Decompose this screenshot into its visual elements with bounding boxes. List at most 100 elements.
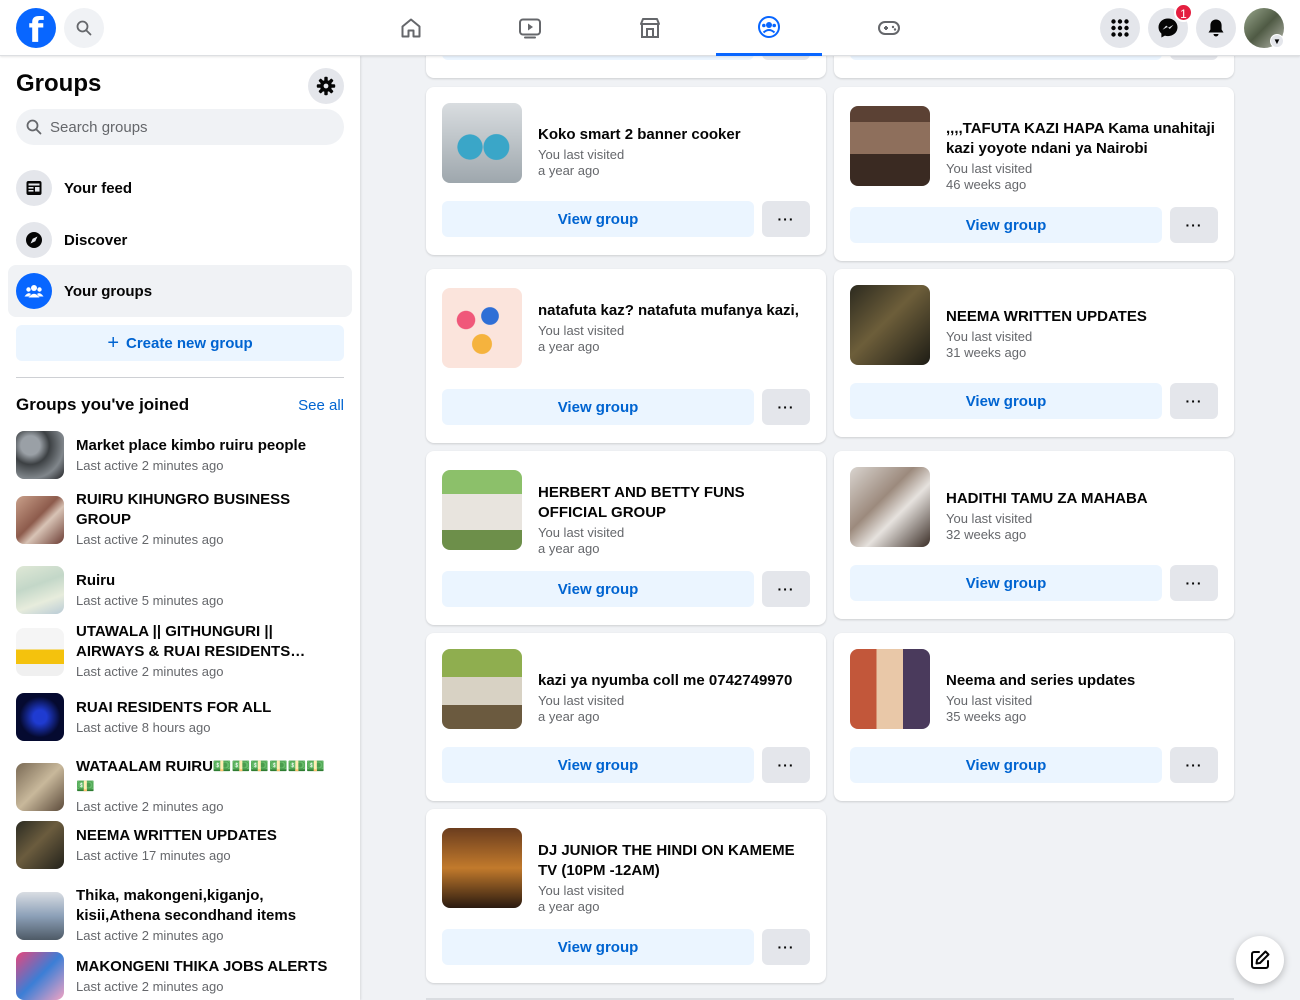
tab-video[interactable] — [477, 0, 583, 56]
view-group-button[interactable]: View group — [442, 389, 754, 425]
more-options-button[interactable]: ··· — [1170, 565, 1218, 601]
group-thumbnail — [16, 495, 64, 544]
more-options-button[interactable]: ··· — [1170, 383, 1218, 419]
more-options-button[interactable]: ··· — [1170, 747, 1218, 783]
groups-icon — [16, 273, 52, 309]
group-name[interactable]: HERBERT AND BETTY FUNS OFFICIAL GROUP — [538, 483, 808, 523]
last-visited-time: a year ago — [538, 541, 600, 556]
search-icon — [26, 119, 42, 135]
joined-group-item[interactable]: RUIRU KIHUNGRO BUSINESS GROUP Last active… — [16, 490, 344, 549]
more-dots-icon: ··· — [777, 399, 795, 415]
last-visited-time: 31 weeks ago — [946, 345, 1027, 360]
group-thumbnail[interactable] — [442, 288, 522, 368]
group-card: HERBERT AND BETTY FUNS OFFICIAL GROUP Yo… — [426, 451, 826, 625]
group-name[interactable]: kazi ya nyumba coll me 0742749970 — [538, 671, 808, 691]
group-name: WATAALAM RUIRU💵💵💵💵💵💵💵 — [76, 758, 325, 795]
last-visited-label: You last visited — [946, 693, 1033, 708]
menu-button[interactable] — [1100, 8, 1140, 48]
more-options-button[interactable]: ··· — [1170, 207, 1218, 243]
group-name[interactable]: Koko smart 2 banner cooker — [538, 125, 808, 145]
view-group-button[interactable]: View group — [442, 571, 754, 607]
group-name[interactable]: NEEMA WRITTEN UPDATES — [946, 307, 1216, 327]
search-groups-input[interactable] — [50, 118, 330, 136]
more-dots-icon: ··· — [1185, 217, 1203, 233]
settings-button[interactable] — [308, 68, 344, 104]
last-visited-time: 35 weeks ago — [946, 709, 1027, 724]
compose-icon — [1251, 950, 1270, 969]
group-thumbnail[interactable] — [850, 467, 930, 547]
more-options-button[interactable]: ··· — [762, 201, 810, 237]
notifications-button[interactable] — [1196, 8, 1236, 48]
sidebar-item-your-groups[interactable]: Your groups — [8, 265, 352, 317]
group-name[interactable]: natafuta kaz? natafuta mufanya kazi, — [538, 301, 808, 321]
view-group-button[interactable]: View group — [850, 207, 1162, 243]
group-thumbnail[interactable] — [850, 649, 930, 729]
group-thumbnail[interactable] — [442, 828, 522, 908]
group-activity: Last active 2 minutes ago — [76, 457, 224, 473]
marketplace-icon — [640, 18, 660, 38]
view-group-button[interactable]: View group — [442, 747, 754, 783]
group-thumbnail[interactable] — [850, 106, 930, 186]
search-groups-field[interactable] — [16, 109, 344, 145]
joined-group-item[interactable]: Ruiru Last active 5 minutes ago — [16, 566, 344, 614]
more-options-button[interactable]: ··· — [762, 389, 810, 425]
search-button[interactable] — [64, 8, 104, 48]
group-thumbnail[interactable] — [442, 103, 522, 183]
group-thumbnail[interactable] — [850, 285, 930, 365]
group-name[interactable]: DJ JUNIOR THE HINDI ON KAMEME TV (10PM -… — [538, 841, 808, 881]
more-options-button[interactable]: ··· — [762, 929, 810, 965]
messenger-button[interactable]: 1 — [1148, 3, 1193, 48]
joined-group-item[interactable]: RUAI RESIDENTS FOR ALL Last active 8 hour… — [16, 693, 344, 741]
view-group-button[interactable]: View group — [850, 747, 1162, 783]
new-message-button[interactable] — [1236, 936, 1284, 984]
sidebar-item-discover[interactable]: Discover — [8, 214, 352, 266]
joined-group-item[interactable]: NEEMA WRITTEN UPDATES Last active 17 minu… — [16, 821, 344, 869]
tab-groups[interactable] — [716, 0, 822, 56]
group-name[interactable]: ,,,,TAFUTA KAZI HAPA Kama unahitaji kazi… — [946, 119, 1216, 159]
plus-icon: + — [107, 331, 119, 354]
facebook-logo[interactable]: f — [16, 8, 56, 48]
tab-gaming[interactable] — [836, 0, 942, 56]
create-new-group-button[interactable]: + Create new group — [16, 325, 344, 361]
group-card: natafuta kaz? natafuta mufanya kazi, You… — [426, 269, 826, 443]
more-dots-icon: ··· — [1185, 757, 1203, 773]
last-visited-label: You last visited — [538, 525, 625, 540]
bell-icon — [1208, 19, 1224, 37]
last-visited-label: You last visited — [538, 693, 625, 708]
group-thumbnail — [16, 627, 64, 676]
group-name: RUIRU KIHUNGRO BUSINESS GROUP — [76, 491, 291, 528]
group-thumbnail — [16, 762, 64, 811]
more-options-button[interactable]: ··· — [762, 571, 810, 607]
joined-group-item[interactable]: Thika, makongeni,kiganjo, kisii,Athena s… — [16, 886, 344, 945]
chevron-down-icon[interactable]: ▼ — [1270, 34, 1284, 48]
group-thumbnail[interactable] — [442, 649, 522, 729]
tab-home[interactable] — [358, 0, 464, 56]
gaming-icon — [878, 21, 900, 35]
create-new-group-label: Create new group — [126, 334, 253, 352]
group-name[interactable]: Neema and series updates — [946, 671, 1216, 691]
joined-group-item[interactable]: Market place kimbo ruiru people Last acti… — [16, 431, 344, 479]
more-dots-icon: ··· — [1185, 575, 1203, 591]
group-thumbnail[interactable] — [442, 470, 522, 550]
group-name[interactable]: HADITHI TAMU ZA MAHABA — [946, 489, 1216, 509]
last-visited-time: a year ago — [538, 339, 600, 354]
group-activity: Last active 8 hours ago — [76, 719, 211, 735]
top-navigation-bar: f 1 ▼ — [0, 0, 1300, 56]
tab-marketplace[interactable] — [597, 0, 703, 56]
group-thumbnail — [16, 821, 64, 869]
view-group-button[interactable]: View group — [442, 201, 754, 237]
more-options-button[interactable]: ··· — [762, 747, 810, 783]
group-thumbnail — [16, 891, 64, 940]
last-visited-label: You last visited — [946, 329, 1033, 344]
view-group-button[interactable]: View group — [850, 383, 1162, 419]
group-card: DJ JUNIOR THE HINDI ON KAMEME TV (10PM -… — [426, 809, 826, 983]
joined-group-item[interactable]: MAKONGENI THIKA JOBS ALERTS Last active 2… — [16, 952, 344, 1000]
group-name: UTAWALA || GITHUNGURI || AIRWAYS & RUAI … — [76, 623, 291, 660]
joined-group-item[interactable]: UTAWALA || GITHUNGURI || AIRWAYS & RUAI … — [16, 622, 344, 681]
last-visited-time: a year ago — [538, 163, 600, 178]
view-group-button[interactable]: View group — [850, 565, 1162, 601]
see-all-link[interactable]: See all — [298, 397, 344, 414]
sidebar-item-your-feed[interactable]: Your feed — [8, 162, 352, 214]
joined-group-item[interactable]: WATAALAM RUIRU💵💵💵💵💵💵💵 Last active 2 minut… — [16, 757, 344, 816]
view-group-button[interactable]: View group — [442, 929, 754, 965]
